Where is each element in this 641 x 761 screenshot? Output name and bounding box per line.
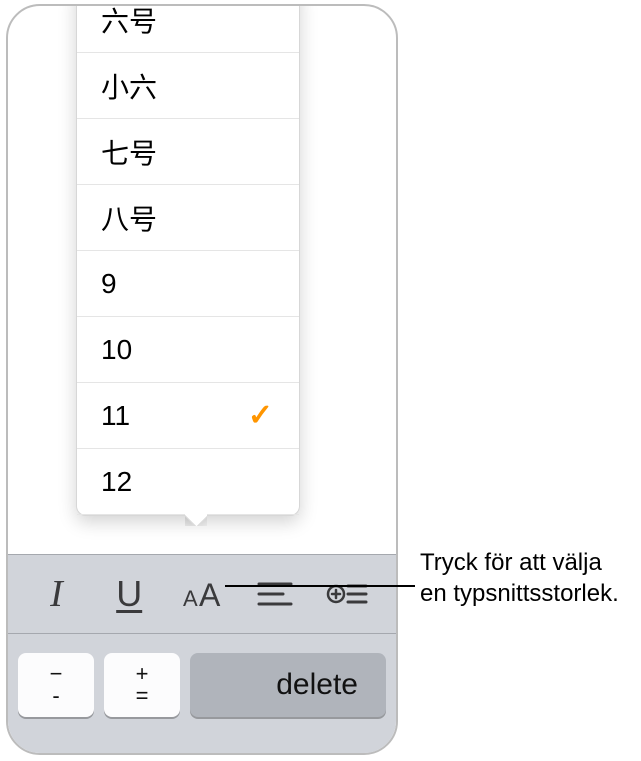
size-option[interactable]: 12 (77, 449, 299, 515)
size-label: 六号 (101, 4, 157, 40)
size-option[interactable]: 10 (77, 317, 299, 383)
italic-button[interactable]: I (26, 564, 86, 624)
size-option[interactable]: 六号 (77, 4, 299, 53)
size-label: 9 (101, 268, 117, 300)
key-minus[interactable]: − - (18, 653, 94, 717)
key-plus-equals[interactable]: + = (104, 653, 180, 717)
key-minus-top: − (50, 664, 63, 685)
checkmark-icon: ✓ (248, 398, 273, 433)
size-option-selected[interactable]: 11 ✓ (77, 383, 299, 449)
underline-icon: U (116, 573, 142, 615)
italic-icon: I (50, 572, 63, 616)
app-frame: I U A A (6, 4, 398, 755)
callout-text: Tryck för att välja en typsnittsstorlek. (420, 548, 630, 609)
svg-text:A: A (183, 586, 198, 611)
font-size-icon: A A (177, 574, 227, 614)
size-label: 11 (101, 400, 130, 432)
popover-tail (185, 514, 207, 526)
font-size-button[interactable]: A A (172, 564, 232, 624)
size-label: 小六 (101, 66, 157, 106)
format-toolbar: I U A A (8, 554, 396, 634)
size-label: 10 (101, 334, 132, 366)
key-plus: + (136, 664, 149, 685)
size-option[interactable]: 八号 (77, 185, 299, 251)
size-option[interactable]: 9 (77, 251, 299, 317)
align-icon (255, 578, 295, 610)
insert-icon (326, 578, 370, 610)
size-option[interactable]: 七号 (77, 119, 299, 185)
key-delete-label: delete (276, 668, 358, 702)
keyboard-row: − - + = delete (8, 644, 396, 726)
key-minus-bottom: - (52, 686, 59, 707)
insert-button[interactable] (318, 564, 378, 624)
callout-leader-line (225, 585, 415, 587)
size-label: 七号 (101, 132, 157, 172)
size-option[interactable]: 小六 (77, 53, 299, 119)
font-size-popover: 六号 小六 七号 八号 9 10 11 ✓ 12 (76, 4, 300, 516)
key-equals: = (136, 686, 149, 707)
align-button[interactable] (245, 564, 305, 624)
size-label: 八号 (101, 198, 157, 238)
size-label: 12 (101, 466, 132, 498)
underline-button[interactable]: U (99, 564, 159, 624)
key-delete[interactable]: delete (190, 653, 386, 717)
svg-text:A: A (199, 577, 221, 613)
